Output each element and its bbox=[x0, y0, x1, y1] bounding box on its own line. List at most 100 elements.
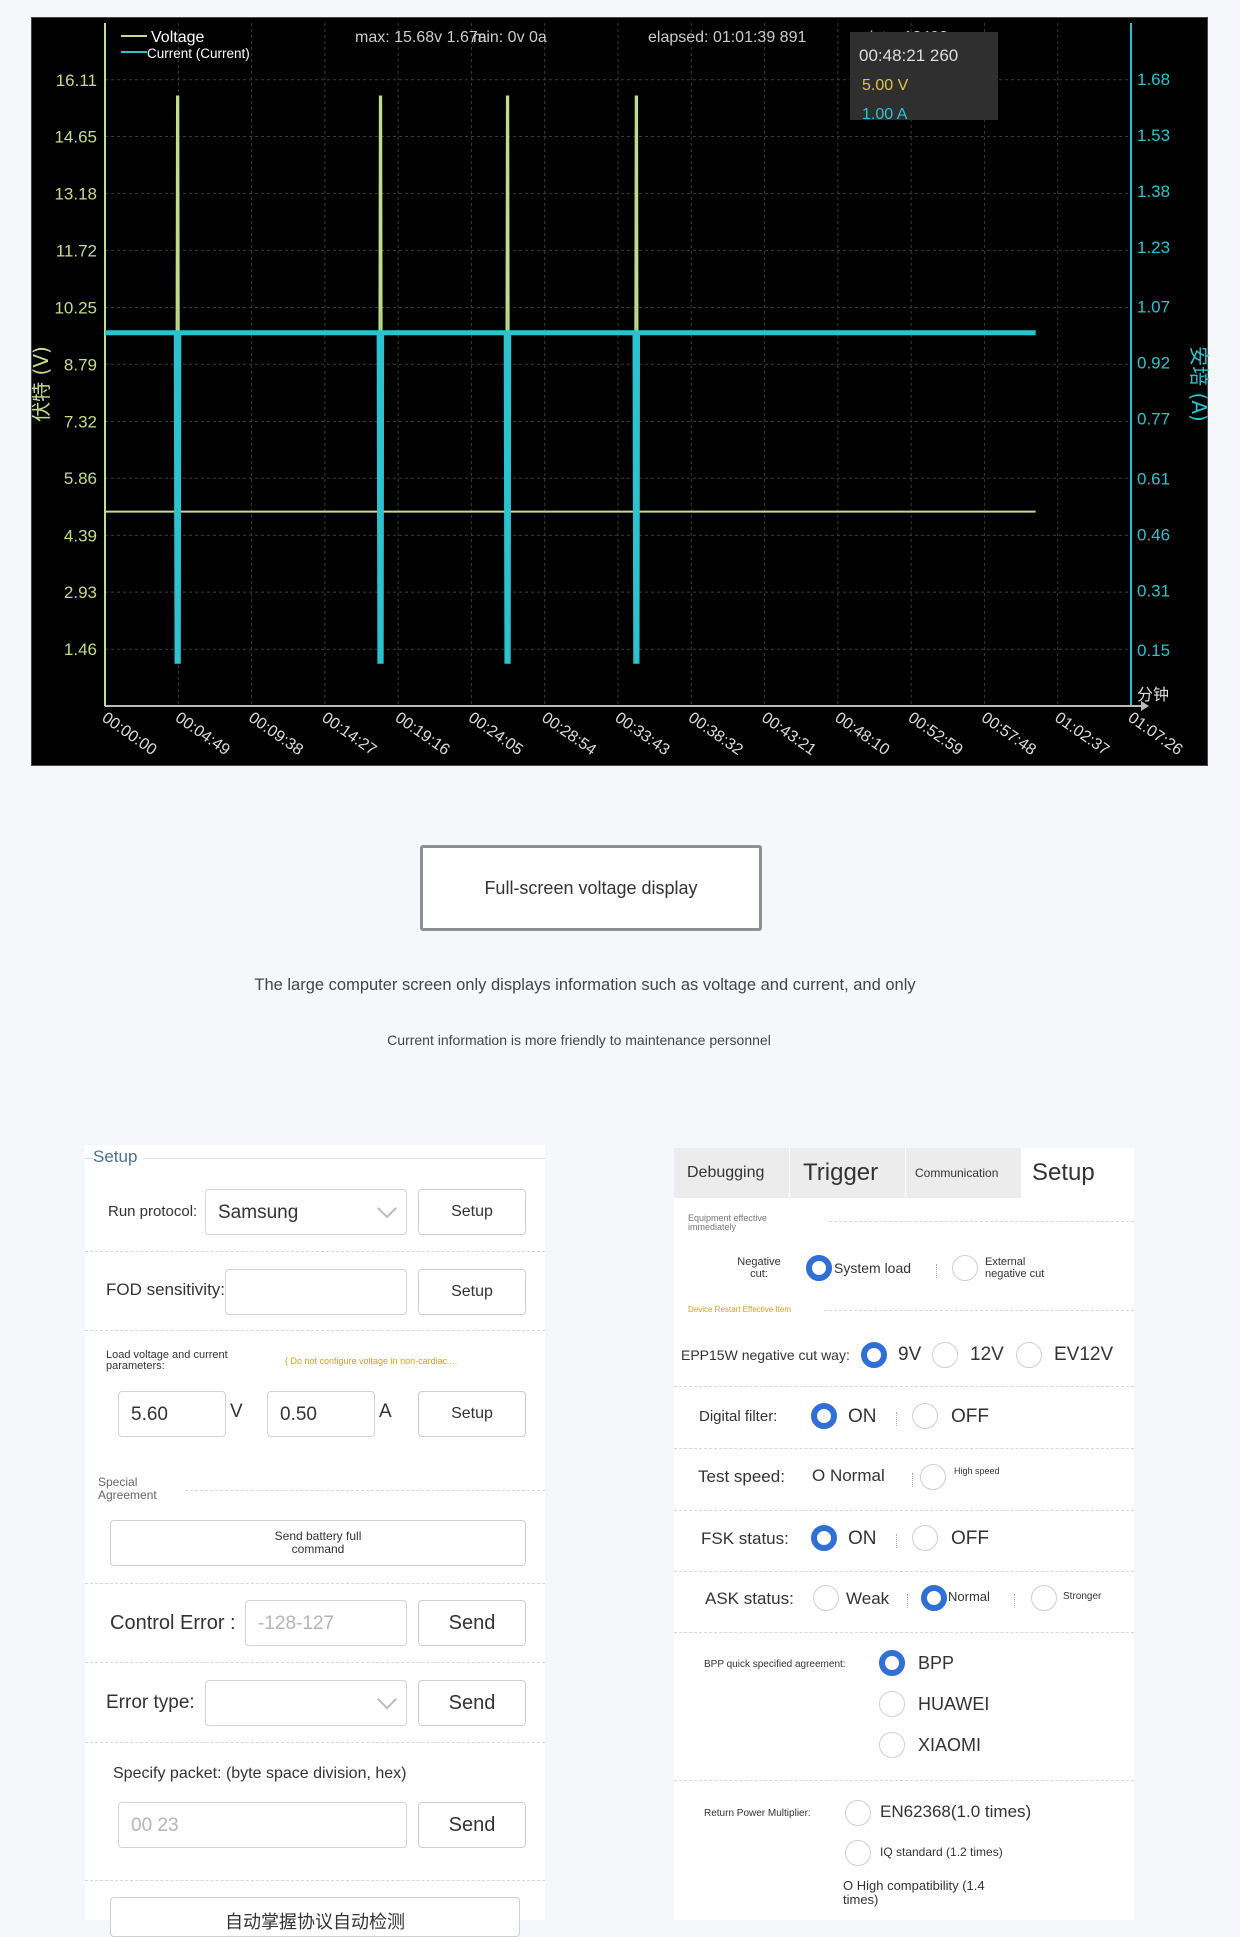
error-type-select[interactable] bbox=[205, 1680, 407, 1726]
run-protocol-label: Run protocol: bbox=[108, 1203, 198, 1220]
digital-filter-on-radio[interactable] bbox=[811, 1403, 837, 1429]
x-tick-label: 00:33:43 bbox=[612, 709, 673, 759]
load-setup-button[interactable]: Setup bbox=[418, 1391, 526, 1437]
packet-send-button[interactable]: Send bbox=[418, 1802, 526, 1848]
divider bbox=[85, 1880, 545, 1881]
y-left-tick-label: 10.25 bbox=[54, 299, 97, 318]
y-left-tick-label: 13.18 bbox=[54, 185, 97, 204]
divider bbox=[674, 1780, 1134, 1781]
huawei-radio[interactable] bbox=[879, 1691, 905, 1717]
y-right-tick-label: 0.46 bbox=[1137, 525, 1170, 544]
y-left-tick-label: 14.65 bbox=[54, 128, 97, 147]
digital-filter-off-radio[interactable] bbox=[912, 1403, 938, 1429]
ask-stronger-radio[interactable] bbox=[1031, 1585, 1057, 1611]
test-speed-high-radio[interactable] bbox=[920, 1464, 946, 1490]
x-tick-label: 00:57:48 bbox=[978, 709, 1039, 759]
cursor-voltage: 5.00 V bbox=[862, 77, 909, 94]
separator bbox=[1014, 1594, 1015, 1608]
current-value: 0.50 bbox=[280, 1404, 317, 1425]
x-tick-label: 01:07:26 bbox=[1125, 709, 1186, 759]
stat-max: max: 15.68v 1.67a bbox=[355, 29, 487, 46]
control-error-input[interactable]: -128-127 bbox=[245, 1600, 407, 1646]
legend-voltage-label: Voltage bbox=[151, 29, 204, 46]
send-battery-full-button[interactable]: Send battery full command bbox=[110, 1520, 526, 1566]
y-right-tick-label: 1.23 bbox=[1137, 238, 1170, 257]
separator bbox=[907, 1594, 908, 1608]
y-left-tick-label: 7.32 bbox=[64, 412, 97, 431]
ask-weak-label: Weak bbox=[846, 1589, 890, 1608]
system-load-label: System load bbox=[834, 1260, 912, 1276]
tab-trigger[interactable]: Trigger bbox=[790, 1148, 906, 1198]
special-agreement-label: Special Agreement bbox=[98, 1475, 157, 1502]
divider bbox=[674, 1510, 1134, 1511]
fsk-off-label: OFF bbox=[951, 1528, 989, 1549]
device-restart-label: Device Restart Effective Item bbox=[688, 1305, 791, 1314]
x-unit-label: 分钟 bbox=[1137, 685, 1169, 704]
iq-standard-radio[interactable] bbox=[845, 1840, 871, 1866]
run-protocol-setup-button[interactable]: Setup bbox=[418, 1189, 526, 1235]
test-speed-label: Test speed: bbox=[698, 1467, 785, 1486]
auto-detect-button[interactable]: 自动掌握协议自动检测 bbox=[110, 1897, 520, 1937]
panel-title-line bbox=[85, 1158, 545, 1159]
fullscreen-voltage-button[interactable]: Full-screen voltage display bbox=[420, 845, 762, 931]
test-speed-high-label: High speed bbox=[954, 1466, 1000, 1476]
return-power-multiplier-label: Return Power Multiplier: bbox=[704, 1808, 811, 1819]
run-protocol-select[interactable]: Samsung bbox=[205, 1189, 407, 1235]
send-battery-full-label: Send battery full command bbox=[274, 1529, 362, 1556]
fsk-on-label: ON bbox=[848, 1528, 877, 1549]
separator bbox=[896, 1412, 897, 1426]
y-left-axis-title: 伏特 (V) bbox=[32, 346, 53, 422]
ask-normal-radio[interactable] bbox=[921, 1585, 947, 1611]
tab-communication[interactable]: Communication bbox=[906, 1148, 1022, 1198]
external-negative-cut-label: External negative cut bbox=[985, 1256, 1045, 1280]
stat-elapsed: elapsed: 01:01:39 891 bbox=[648, 29, 806, 46]
epp-12v-radio[interactable] bbox=[932, 1342, 958, 1368]
packet-placeholder: 00 23 bbox=[131, 1815, 179, 1836]
en62368-radio[interactable] bbox=[845, 1800, 871, 1826]
x-tick-label: 00:19:16 bbox=[392, 709, 453, 759]
ask-stronger-label: Stronger bbox=[1063, 1591, 1102, 1602]
voltage-input[interactable]: 5.60 bbox=[118, 1391, 226, 1437]
x-tick-label: 00:38:32 bbox=[685, 709, 746, 759]
bpp-quick-label: BPP quick specified agreement: bbox=[704, 1659, 846, 1670]
control-error-send-button[interactable]: Send bbox=[418, 1600, 526, 1646]
divider bbox=[85, 1251, 545, 1252]
error-type-send-button[interactable]: Send bbox=[418, 1680, 526, 1726]
description-line-2: Current information is more friendly to … bbox=[387, 1032, 771, 1048]
ask-weak-radio[interactable] bbox=[813, 1585, 839, 1611]
panel-title: Setup bbox=[93, 1147, 144, 1167]
stat-min: min: 0v 0a bbox=[473, 29, 547, 46]
fsk-on-radio[interactable] bbox=[811, 1525, 837, 1551]
tab-setup[interactable]: Setup bbox=[1022, 1148, 1134, 1198]
y-right-tick-label: 0.61 bbox=[1137, 469, 1170, 488]
y-left-tick-label: 11.72 bbox=[56, 241, 97, 260]
fsk-off-radio[interactable] bbox=[912, 1525, 938, 1551]
external-negative-cut-radio[interactable] bbox=[952, 1255, 978, 1281]
iq-standard-label: IQ standard (1.2 times) bbox=[880, 1845, 1003, 1859]
xiaomi-radio[interactable] bbox=[879, 1732, 905, 1758]
control-error-placeholder: -128-127 bbox=[258, 1613, 335, 1634]
epp15w-label: EPP15W negative cut way: bbox=[681, 1347, 850, 1363]
y-left-tick-label: 1.46 bbox=[64, 640, 97, 659]
y-right-axis-title: 安培 (A) bbox=[1187, 346, 1209, 422]
x-tick-label: 00:48:10 bbox=[832, 709, 893, 759]
divider bbox=[829, 1221, 1134, 1222]
x-tick-label: 00:28:54 bbox=[538, 709, 599, 759]
current-input[interactable]: 0.50 bbox=[267, 1391, 375, 1437]
y-left-tick-label: 4.39 bbox=[64, 526, 97, 545]
voltage-unit: V bbox=[230, 1401, 243, 1422]
tab-communication-label: Communication bbox=[915, 1165, 999, 1180]
epp-ev12v-radio[interactable] bbox=[1016, 1342, 1042, 1368]
bpp-radio[interactable] bbox=[879, 1650, 905, 1676]
system-load-radio[interactable] bbox=[806, 1255, 832, 1281]
fod-setup-button[interactable]: Setup bbox=[418, 1269, 526, 1315]
x-tick-label: 00:14:27 bbox=[319, 709, 380, 759]
fod-sensitivity-input[interactable] bbox=[225, 1269, 407, 1315]
divider bbox=[674, 1632, 1134, 1633]
settings-panel: Debugging Trigger Communication Setup Eq… bbox=[674, 1148, 1134, 1920]
epp-9v-radio[interactable] bbox=[861, 1342, 887, 1368]
packet-input[interactable]: 00 23 bbox=[118, 1802, 407, 1848]
huawei-label: HUAWEI bbox=[918, 1694, 990, 1714]
tab-debugging[interactable]: Debugging bbox=[674, 1148, 790, 1198]
setup-panel: Setup Run protocol: Samsung Setup FOD se… bbox=[85, 1145, 545, 1937]
